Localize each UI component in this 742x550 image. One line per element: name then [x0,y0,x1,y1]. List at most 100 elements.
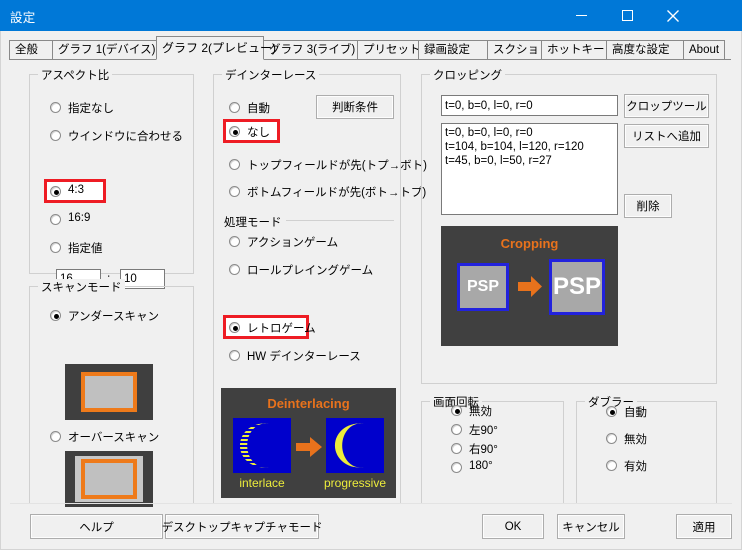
radio-dot [229,102,240,113]
cropping-illustration: Cropping PSP PSP [441,226,618,346]
group-title-deinterlace: デインターレース [222,67,320,83]
radio-dot [50,431,61,442]
tab-strip-underline [9,59,731,60]
radio-dot [229,126,240,137]
overscan-frame [81,459,137,499]
right-arrow-icon [518,276,542,297]
radio-label: HW デインターレース [247,351,361,363]
tab-7[interactable]: スクショ [487,40,542,60]
maximize-button[interactable] [604,0,650,31]
radio-label: 16:9 [68,212,91,224]
tab-label: グラフ 1(デバイス) [58,44,156,56]
radio-label: 無効 [469,406,492,418]
radio-dot [451,405,462,416]
progressive-moon-icon [334,423,364,468]
overscan-preview-image [65,451,153,507]
underscan-frame [81,372,137,412]
crop-list-item[interactable]: t=45, b=0, l=50, r=27 [445,154,614,168]
radio-label: 有効 [624,461,647,473]
radio-dot [606,406,617,417]
add-to-list-button[interactable]: リストへ追加 [624,124,709,148]
radio-label: 180° [469,460,493,472]
tab-label: About [689,44,720,56]
crop-list-item[interactable]: t=104, b=104, l=120, r=120 [445,140,614,154]
tab-strip: 全般 グラフ 1(デバイス) グラフ 2(プレビュー) グラフ 3(ライブ) プリセット… [9,36,731,60]
window-title: 設定 [10,11,36,25]
crop-list-item[interactable]: t=0, b=0, l=0, r=0 [445,126,614,140]
radio-dot [50,102,61,113]
tab-label: グラフ 3(ライブ) [269,44,356,56]
radio-label: 右90° [469,444,498,456]
help-button[interactable]: ヘルプ [30,514,163,539]
tab-label: グラフ 2(プレビュー) [162,41,277,55]
deinterlacing-illustration-title: Deinterlacing [267,396,350,411]
tab-2[interactable]: グラフ 1(デバイス) [52,40,157,60]
radio-dot [606,460,617,471]
judgement-condition-button[interactable]: 判断条件 [316,95,394,119]
radio-dot [50,310,61,321]
tab-label: 全般 [15,44,38,56]
radio-label: ウインドウに合わせる [68,131,183,143]
psp-after-box: PSP [549,259,605,315]
radio-dot [229,236,240,247]
minimize-button[interactable] [558,0,604,31]
interlace-caption: interlace [239,476,285,490]
tab-5[interactable]: プリセット [357,40,421,60]
radio-label: 4:3 [68,184,84,196]
tab-label: プリセット [363,44,421,56]
dialog-client-area: 全般 グラフ 1(デバイス) グラフ 2(プレビュー) グラフ 3(ライブ) プリセット… [0,31,742,550]
ok-button[interactable]: OK [482,514,544,539]
radio-label: ボトムフィールドが先(ボト→トプ) [247,187,427,199]
apply-button[interactable]: 適用 [676,514,732,539]
radio-dot [229,264,240,275]
group-title-scan-mode: スキャンモード [38,279,125,295]
tab-3[interactable]: グラフ 2(プレビュー) [156,36,276,60]
radio-label: トップフィールドが先(トプ→ボト) [247,160,427,172]
close-button[interactable] [650,0,696,31]
radio-label: 無効 [624,434,647,446]
desktop-capture-mode-button[interactable]: デスクトップキャプチャモード [162,514,322,539]
footer-divider [10,503,732,504]
process-mode-divider [286,220,394,221]
radio-label: 自動 [624,407,647,419]
interlace-panel [233,418,291,473]
tab-label: 録画設定 [424,44,470,56]
radio-label: 指定なし [68,103,114,115]
progressive-panel [326,418,384,473]
psp-before-label: PSP [466,278,499,295]
tab-9[interactable]: 高度な設定 [606,40,684,60]
crop-current-value-input[interactable]: t=0, b=0, l=0, r=0 [441,95,618,116]
radio-dot [229,159,240,170]
tab-label: 高度な設定 [612,44,670,56]
maximize-icon [621,10,633,22]
progressive-caption: progressive [323,476,387,490]
tab-8[interactable]: ホットキー [541,40,607,60]
radio-dot [451,443,462,454]
radio-label: 左90° [469,425,498,437]
radio-dot [229,186,240,197]
psp-before-box: PSP [457,263,509,311]
tab-10[interactable]: About [683,40,725,60]
title-bar: 設定 [0,0,742,31]
right-arrow-icon [296,437,322,457]
cancel-button[interactable]: キャンセル [557,514,625,539]
radio-dot [229,350,240,361]
radio-label: 指定値 [68,243,103,255]
tab-6[interactable]: 録画設定 [418,40,488,60]
radio-dot [50,186,61,197]
minimize-icon [575,15,587,17]
group-title-aspect-ratio: アスペクト比 [38,67,113,83]
tab-label: スクショ [493,44,539,56]
radio-dot [50,242,61,253]
crop-tool-button[interactable]: クロップツール [624,94,709,118]
radio-dot [50,130,61,141]
deinterlacing-illustration: Deinterlacing interlace progressive [221,388,396,498]
radio-label: オーバースキャン [68,432,160,444]
crop-presets-listbox[interactable]: t=0, b=0, l=0, r=0 t=104, b=104, l=120, … [441,123,618,215]
interlaced-moon-icon [233,418,291,473]
tab-4[interactable]: グラフ 3(ライブ) [263,40,358,60]
delete-crop-button[interactable]: 削除 [624,194,672,218]
close-icon [667,9,679,22]
tab-1[interactable]: 全般 [9,40,53,60]
radio-label: なし [247,127,270,139]
